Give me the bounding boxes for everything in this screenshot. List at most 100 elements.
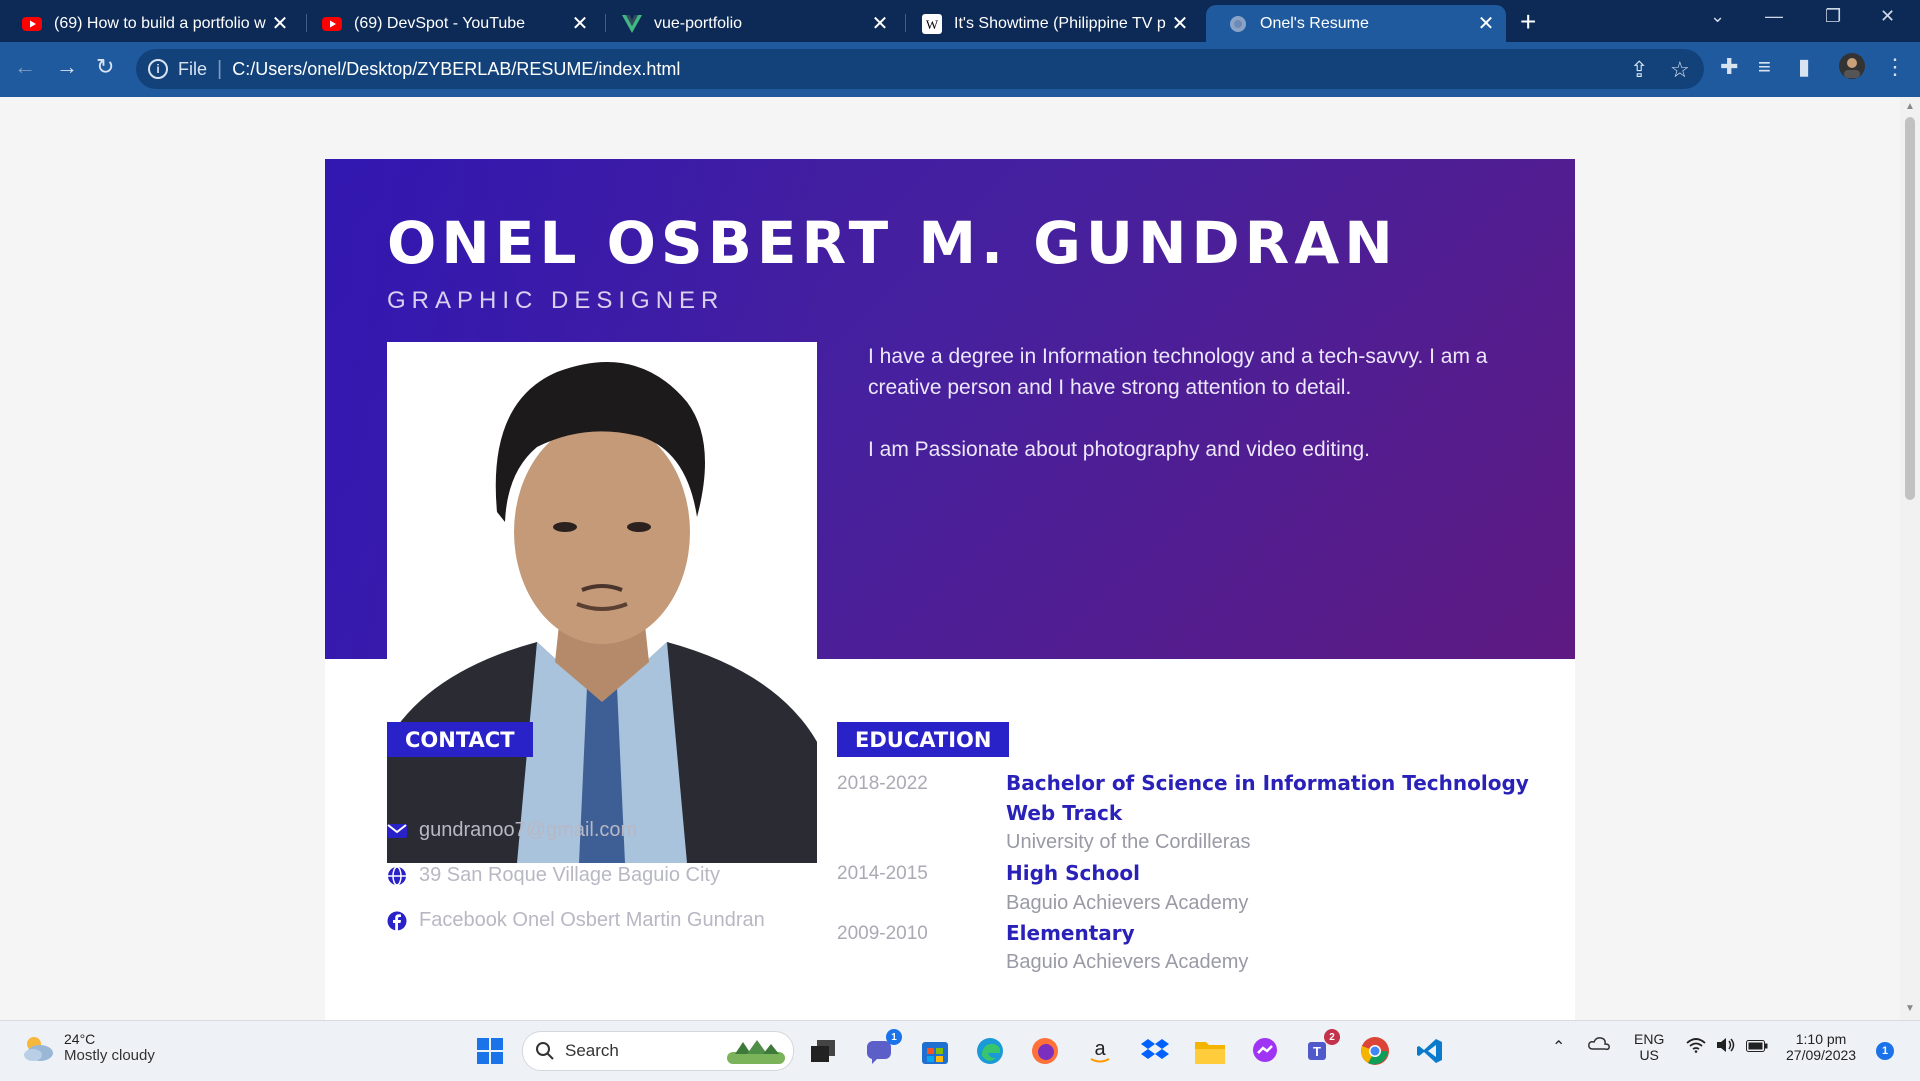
chat-app-icon[interactable]: 1 <box>862 1029 902 1069</box>
close-tab-icon[interactable]: ✕ <box>266 11 294 36</box>
url-text[interactable]: C:/Users/onel/Desktop/ZYBERLAB/RESUME/in… <box>232 59 680 80</box>
contact-facebook[interactable]: Facebook Onel Osbert Martin Gundran <box>387 909 765 932</box>
tab-portfolio-video[interactable]: (69) How to build a portfolio web ✕ <box>0 5 300 42</box>
restore-button[interactable]: ❐ <box>1825 6 1841 27</box>
extensions-puzzle-icon[interactable]: ✚ <box>1720 54 1738 80</box>
contact-email-text: gundranoo7@gmail.com <box>419 819 638 841</box>
resume-role: GRAPHIC DESIGNER <box>387 287 725 314</box>
tab-showtime-wiki[interactable]: W It's Showtime (Philippine TV prog ✕ <box>900 5 1200 42</box>
cloudy-weather-icon <box>24 1036 53 1061</box>
globe-icon <box>1228 14 1248 34</box>
education-school: Baguio Achievers Academy <box>1006 892 1249 914</box>
clock-date: 27/09/2023 <box>1786 1047 1857 1063</box>
weather-condition: Mostly cloudy <box>64 1047 155 1064</box>
close-tab-icon[interactable]: ✕ <box>566 11 594 36</box>
close-tab-icon[interactable]: ✕ <box>866 11 894 36</box>
tab-title: (69) How to build a portfolio web <box>54 14 266 32</box>
phone-icon <box>388 776 404 793</box>
region-code: US <box>1639 1047 1659 1063</box>
contact-facebook-text: Facebook Onel Osbert Martin Gundran <box>419 909 765 931</box>
onedrive-icon[interactable] <box>1588 1035 1610 1054</box>
media-queue-icon[interactable]: ≡ <box>1758 54 1771 80</box>
messenger-icon[interactable] <box>1247 1033 1283 1069</box>
profile-avatar[interactable] <box>1838 52 1866 86</box>
tab-title: It's Showtime (Philippine TV prog <box>954 14 1166 32</box>
education-degree: High School <box>1006 861 1140 885</box>
edge-browser-icon[interactable] <box>972 1033 1008 1069</box>
education-year: 2018-2022 <box>837 773 928 794</box>
scrollbar-thumb[interactable] <box>1905 117 1915 500</box>
bookmark-star-icon[interactable]: ☆ <box>1670 57 1690 83</box>
side-panel-icon[interactable]: ▮ <box>1798 54 1810 80</box>
bio-paragraph: I am Passionate about photography and vi… <box>868 438 1371 461</box>
minimize-button[interactable]: — <box>1765 6 1783 27</box>
wikipedia-icon: W <box>922 13 942 34</box>
file-explorer-icon[interactable] <box>1192 1033 1228 1069</box>
weather-widget[interactable]: 24°C Mostly cloudy <box>20 1031 155 1064</box>
vue-icon <box>622 14 642 34</box>
contact-address: 39 San Roque Village Baguio City <box>387 864 720 887</box>
firefox-icon[interactable] <box>1027 1033 1063 1069</box>
amazon-icon[interactable]: a <box>1082 1033 1118 1069</box>
education-track: Web Track <box>1006 801 1123 825</box>
education-year: 2014-2015 <box>837 863 928 884</box>
forward-button[interactable]: → <box>56 54 78 80</box>
contact-email[interactable]: gundranoo7@gmail.com <box>387 819 637 842</box>
page-scrollbar[interactable]: ▲ ▼ <box>1900 97 1920 1020</box>
search-label: Search <box>565 1041 619 1060</box>
weather-temperature: 24°C <box>64 1031 96 1047</box>
bio-paragraph: I have a degree in Information technolog… <box>868 345 1488 399</box>
new-tab-button[interactable]: + <box>1520 6 1536 38</box>
scroll-down-arrow-icon[interactable]: ▼ <box>1905 1003 1915 1014</box>
microsoft-store-icon[interactable] <box>917 1033 953 1069</box>
svg-text:T: T <box>1313 1044 1321 1059</box>
resume-page: ONEL OSBERT M. GUNDRAN GRAPHIC DESIGNER … <box>325 159 1575 1020</box>
tray-overflow-chevron-icon[interactable]: ⌃ <box>1552 1037 1565 1057</box>
clock[interactable]: 1:10 pm 27/09/2023 <box>1786 1031 1856 1063</box>
scroll-up-arrow-icon[interactable]: ▲ <box>1905 101 1915 112</box>
education-degree: Bachelor of Science in Information Techn… <box>1006 771 1529 795</box>
windows-start-icon[interactable] <box>472 1033 508 1069</box>
contact-address-text: 39 San Roque Village Baguio City <box>419 864 720 886</box>
wifi-icon[interactable] <box>1686 1037 1706 1056</box>
page-viewport: ONEL OSBERT M. GUNDRAN GRAPHIC DESIGNER … <box>0 97 1900 1020</box>
envelope-icon <box>387 823 407 838</box>
notification-badge[interactable]: 1 <box>1876 1042 1894 1060</box>
vscode-icon[interactable] <box>1412 1033 1448 1069</box>
education-school: Baguio Achievers Academy <box>1006 951 1249 973</box>
task-view-icon[interactable] <box>805 1033 841 1069</box>
tab-onels-resume[interactable]: Onel's Resume ✕ <box>1206 5 1506 42</box>
language-indicator[interactable]: ENG US <box>1634 1031 1664 1063</box>
address-separator: | <box>217 57 223 80</box>
contact-phone: 0935 0917 429 <box>387 773 550 796</box>
volume-icon[interactable] <box>1716 1037 1736 1056</box>
contact-heading-overlay: CONTACT <box>387 722 533 757</box>
tab-vue-portfolio[interactable]: vue-portfolio ✕ <box>600 5 900 42</box>
globe-icon <box>388 865 406 886</box>
teams-icon[interactable]: T 2 <box>1302 1029 1340 1069</box>
svg-text:W: W <box>926 17 939 32</box>
tab-search-chevron-icon[interactable]: ⌄ <box>1710 6 1725 27</box>
search-icon <box>536 1042 554 1060</box>
info-icon[interactable]: i <box>148 59 168 79</box>
close-window-button[interactable]: ✕ <box>1880 6 1895 27</box>
back-button[interactable]: ← <box>14 54 36 80</box>
browser-tab-strip: (69) How to build a portfolio web ✕ (69)… <box>0 0 1920 42</box>
browser-menu-icon[interactable]: ⋮ <box>1884 54 1906 80</box>
reload-button[interactable]: ↻ <box>96 54 114 80</box>
chrome-icon[interactable] <box>1357 1033 1393 1069</box>
close-tab-icon[interactable]: ✕ <box>1472 11 1500 36</box>
education-year: 2009-2010 <box>837 923 928 944</box>
address-bar[interactable]: i File | C:/Users/onel/Desktop/ZYBERLAB/… <box>136 49 1704 89</box>
chat-badge: 1 <box>886 1029 902 1045</box>
dropbox-icon[interactable] <box>1137 1033 1173 1069</box>
share-icon[interactable]: ⇪ <box>1630 57 1648 83</box>
taskbar-search[interactable]: Search <box>522 1031 794 1071</box>
close-tab-icon[interactable]: ✕ <box>1166 11 1194 36</box>
language-code: ENG <box>1634 1031 1665 1047</box>
tab-devspot[interactable]: (69) DevSpot - YouTube ✕ <box>300 5 600 42</box>
battery-icon[interactable] <box>1746 1039 1768 1055</box>
education-school: University of the Cordilleras <box>1006 831 1251 853</box>
search-highlight-icon <box>727 1040 785 1064</box>
education-degree: Elementary <box>1006 921 1135 945</box>
